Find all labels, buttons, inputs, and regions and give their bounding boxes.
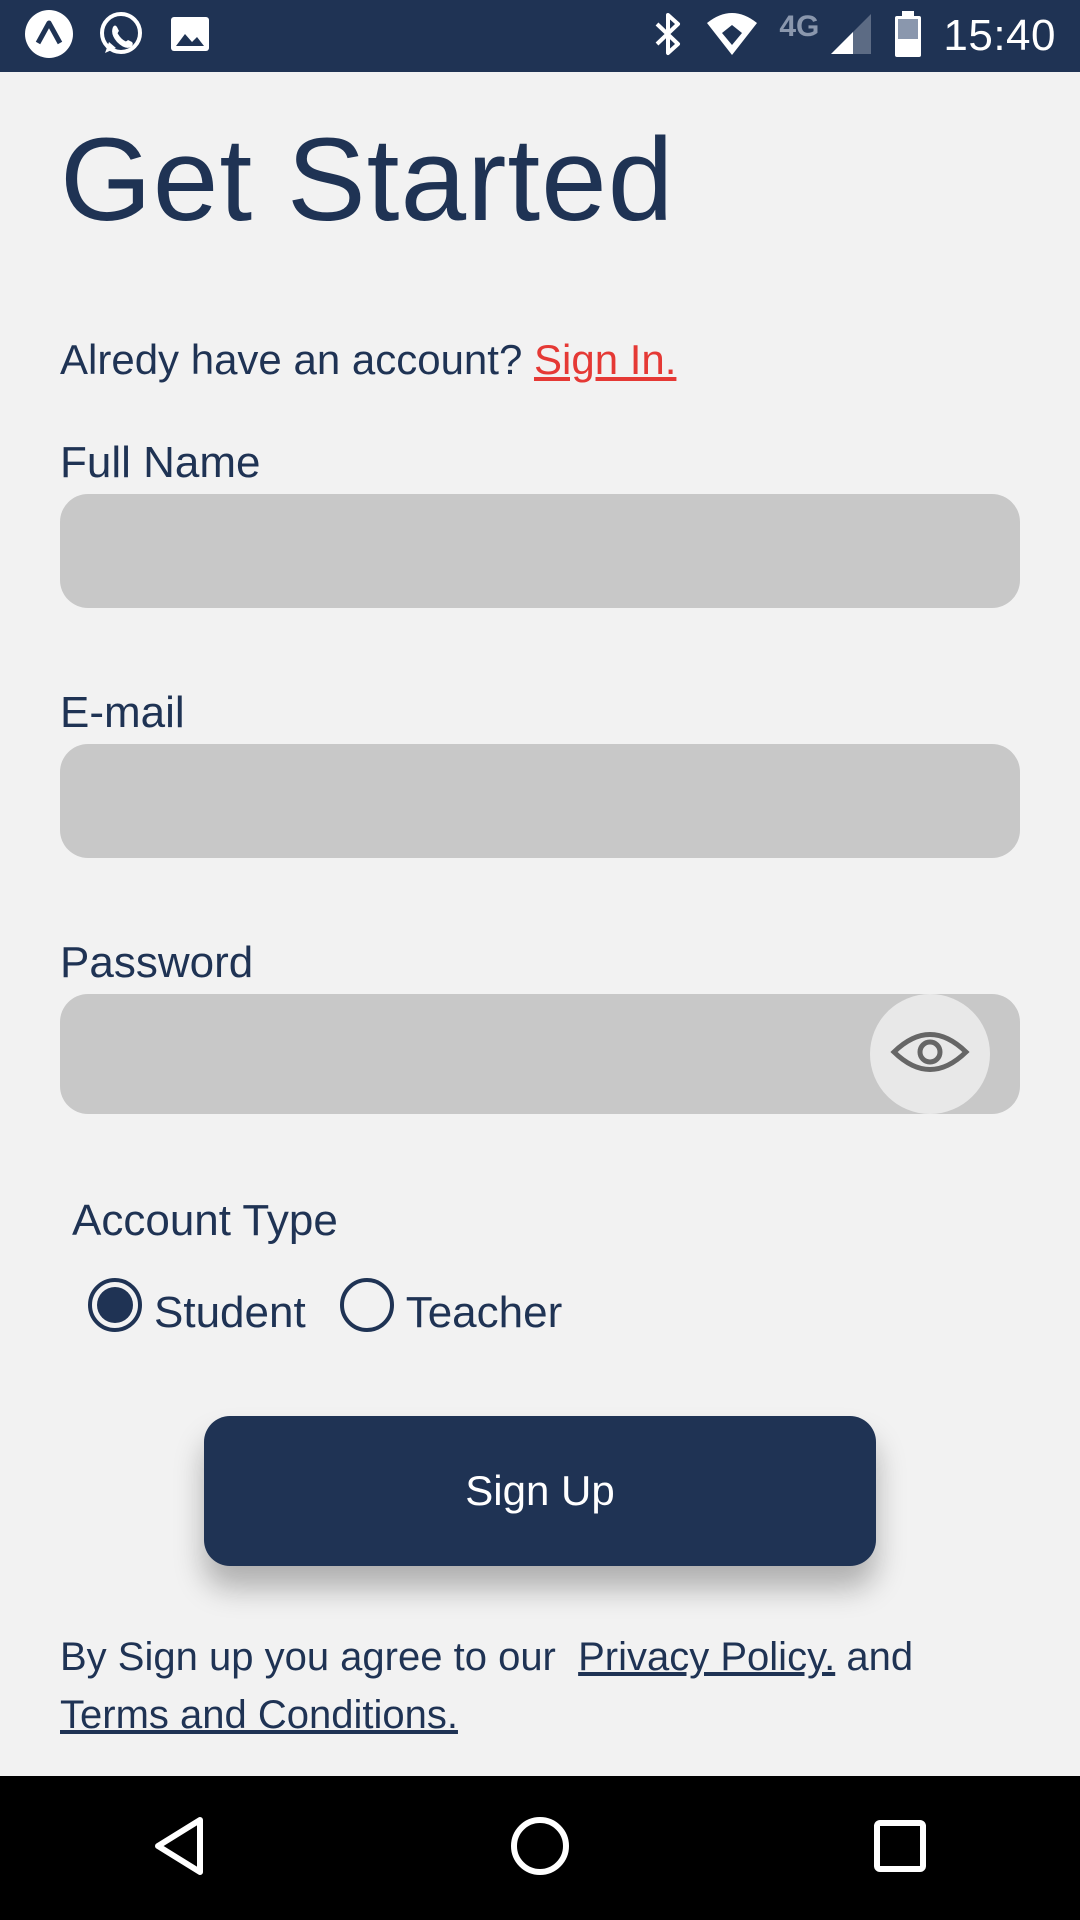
privacy-policy-link[interactable]: Privacy Policy. xyxy=(578,1635,835,1679)
radio-student-label: Student xyxy=(154,1288,306,1337)
navigation-bar xyxy=(0,1776,1080,1920)
nav-home-button[interactable] xyxy=(480,1788,600,1908)
full-name-input[interactable] xyxy=(60,494,1020,608)
recents-icon xyxy=(872,1818,928,1879)
email-input[interactable] xyxy=(60,744,1020,858)
signin-prompt-text: Alredy have an account? xyxy=(60,336,523,383)
agreement-text: By Sign up you agree to our Privacy Poli… xyxy=(60,1628,1020,1744)
signin-prompt: Alredy have an account? Sign In. xyxy=(60,336,676,384)
home-icon xyxy=(508,1814,572,1883)
wifi-icon xyxy=(705,11,759,62)
page-title: Get Started xyxy=(60,114,675,246)
clock: 15:40 xyxy=(943,11,1056,60)
cellular-signal-icon xyxy=(829,12,873,61)
battery-icon xyxy=(893,10,923,63)
account-type-label: Account Type xyxy=(72,1196,338,1245)
signup-button[interactable]: Sign Up xyxy=(204,1416,876,1566)
eye-icon xyxy=(890,1027,970,1082)
account-type-radio-group: Student Teacher xyxy=(88,1278,596,1338)
nav-back-button[interactable] xyxy=(120,1788,240,1908)
app-launcher-icon xyxy=(24,9,74,64)
signin-link[interactable]: Sign In. xyxy=(534,336,676,383)
whatsapp-icon xyxy=(96,9,146,64)
back-icon xyxy=(150,1814,210,1883)
agreement-prefix: By Sign up you agree to our xyxy=(60,1635,556,1679)
radio-teacher-circle[interactable] xyxy=(339,1278,394,1332)
full-name-label: Full Name xyxy=(60,438,261,487)
agreement-conjunction: and xyxy=(846,1635,914,1679)
bluetooth-icon xyxy=(651,11,685,62)
radio-student[interactable]: Student xyxy=(88,1278,306,1338)
status-bar-left xyxy=(24,9,234,64)
radio-teacher-label: Teacher xyxy=(405,1288,563,1337)
status-bar: 4G 15:40 xyxy=(0,0,1080,72)
radio-teacher[interactable]: Teacher xyxy=(339,1278,563,1338)
gallery-icon xyxy=(168,12,212,61)
terms-link[interactable]: Terms and Conditions. xyxy=(60,1693,458,1737)
radio-student-circle[interactable] xyxy=(88,1278,142,1332)
radio-selected-dot xyxy=(97,1287,133,1323)
network-type-label: 4G xyxy=(779,10,820,43)
password-label: Password xyxy=(60,938,254,987)
nav-recents-button[interactable] xyxy=(840,1788,960,1908)
email-label: E-mail xyxy=(60,688,185,737)
status-bar-right: 4G 15:40 xyxy=(631,10,1056,63)
password-visibility-toggle[interactable] xyxy=(870,994,990,1114)
